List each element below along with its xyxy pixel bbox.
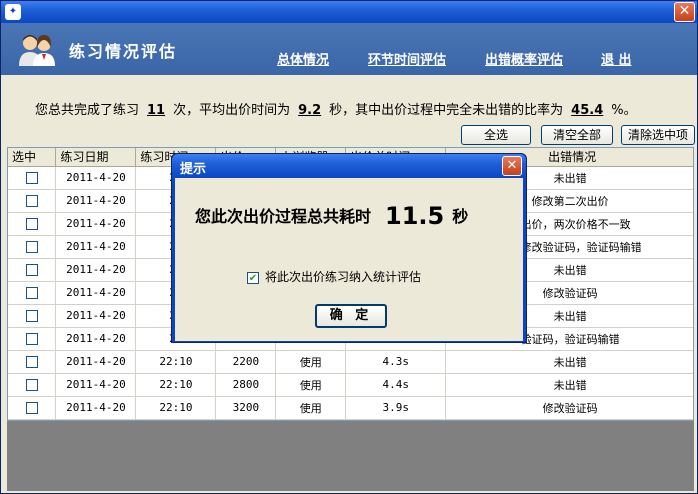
row-date: 2011-4-20 (55, 281, 137, 305)
app-header: 练习情况评估 总体情况 环节时间评估 出错概率评估 退 出 (1, 23, 697, 75)
title-bar[interactable]: ✦ ✕ (1, 1, 697, 23)
row-time: 22:10 (135, 350, 217, 374)
row-checkbox[interactable] (25, 241, 38, 253)
col-header-date[interactable]: 练习日期 (55, 148, 137, 167)
row-checkbox[interactable] (25, 172, 38, 184)
row-checkbox[interactable] (25, 218, 38, 230)
row-checkbox[interactable] (25, 264, 38, 276)
nav-exit[interactable]: 退 出 (601, 49, 632, 68)
include-stats-checkbox[interactable]: 将此次出价练习纳入统计评估 (247, 268, 421, 285)
row-select-cell[interactable] (8, 235, 57, 259)
table-row[interactable]: 2011-4-20 22:10 2800 使用 4.4s 未出错 (8, 373, 693, 397)
row-select-cell[interactable] (8, 212, 57, 236)
table-row[interactable]: 2011-4-20 22:10 3200 使用 3.9s 修改验证码 (8, 396, 693, 420)
dialog-title-bar[interactable]: 提示 ✕ (172, 154, 526, 178)
row-date: 2011-4-20 (55, 350, 137, 374)
nav-overall[interactable]: 总体情况 (277, 49, 329, 68)
row-time: 22:10 (135, 373, 217, 397)
checkbox-checked-icon[interactable] (247, 271, 259, 284)
row-checkbox[interactable] (25, 333, 38, 345)
dialog-message: 您此次出价过程总共耗时 11.5 秒 (195, 202, 469, 230)
prompt-dialog: 提示 ✕ 您此次出价过程总共耗时11.5秒 将此次出价练习纳入统计评估 确 定 (171, 153, 527, 343)
table-row[interactable]: 2011-4-20 22:10 2200 使用 4.3s 未出错 (8, 350, 693, 374)
row-checkbox[interactable] (25, 195, 38, 207)
row-select-cell[interactable] (8, 350, 57, 374)
col-header-select[interactable]: 选中 (8, 148, 57, 167)
app-icon: ✦ (5, 4, 21, 20)
row-date: 2011-4-20 (55, 327, 137, 351)
row-error: 未出错 (445, 373, 693, 397)
row-select-cell[interactable] (8, 396, 57, 420)
row-date: 2011-4-20 (55, 304, 137, 328)
row-time: 22:10 (135, 396, 217, 420)
row-checkbox[interactable] (25, 402, 38, 414)
row-checkbox[interactable] (25, 379, 38, 391)
row-price: 3200 (215, 396, 277, 420)
window-close-button[interactable]: ✕ (674, 2, 695, 22)
row-browser: 使用 (275, 373, 347, 397)
dialog-body: 您此次出价过程总共耗时11.5秒 将此次出价练习纳入统计评估 确 定 (175, 178, 523, 341)
row-date: 2011-4-20 (55, 235, 137, 259)
row-date: 2011-4-20 (55, 212, 137, 236)
select-all-button[interactable]: 全选 (461, 125, 531, 145)
row-total: 3.9s (345, 396, 447, 420)
practice-count: 11 (147, 103, 166, 118)
dialog-title: 提示 (180, 162, 207, 177)
row-select-cell[interactable] (8, 258, 57, 282)
row-browser: 使用 (275, 396, 347, 420)
dialog-close-button[interactable]: ✕ (502, 156, 522, 176)
users-icon (19, 35, 55, 66)
row-date: 2011-4-20 (55, 258, 137, 282)
ok-button[interactable]: 确 定 (315, 304, 387, 328)
row-select-cell[interactable] (8, 281, 57, 305)
row-price: 2800 (215, 373, 277, 397)
remove-selected-button[interactable]: 清除选中项 (621, 125, 695, 145)
row-checkbox[interactable] (25, 310, 38, 322)
row-select-cell[interactable] (8, 304, 57, 328)
row-checkbox[interactable] (25, 287, 38, 299)
include-stats-label: 将此次出价练习纳入统计评估 (265, 270, 422, 284)
nav-step-time[interactable]: 环节时间评估 (368, 49, 446, 68)
row-select-cell[interactable] (8, 327, 57, 351)
clear-all-button[interactable]: 清空全部 (541, 125, 613, 145)
no-error-rate: 45.4 (571, 103, 604, 118)
row-date: 2011-4-20 (55, 189, 137, 213)
row-checkbox[interactable] (25, 356, 38, 368)
row-select-cell[interactable] (8, 373, 57, 397)
summary-line: 您总共完成了练习 11 次，平均出价时间为 9.2 秒，其中出价过程中完全未出错的比率为… (35, 103, 637, 118)
row-browser: 使用 (275, 350, 347, 374)
row-total: 4.4s (345, 373, 447, 397)
row-price: 2200 (215, 350, 277, 374)
row-error: 未出错 (445, 350, 693, 374)
nav-error-rate[interactable]: 出错概率评估 (485, 49, 563, 68)
row-error: 修改验证码 (445, 396, 693, 420)
row-select-cell[interactable] (8, 166, 57, 190)
empty-area (7, 421, 694, 491)
summary-panel: 您总共完成了练习 11 次，平均出价时间为 9.2 秒，其中出价过程中完全未出错的比率为… (1, 75, 697, 125)
row-date: 2011-4-20 (55, 166, 137, 190)
average-time: 9.2 (298, 103, 322, 118)
main-window: ✦ ✕ 练习情况评估 总体情况 环节时间评估 出错概率评估 退 出 您总共完成了… (0, 0, 698, 494)
row-date: 2011-4-20 (55, 373, 137, 397)
row-select-cell[interactable] (8, 189, 57, 213)
row-total: 4.3s (345, 350, 447, 374)
row-date: 2011-4-20 (55, 396, 137, 420)
app-title: 练习情况评估 (69, 42, 178, 61)
elapsed-seconds: 11.5 (385, 202, 445, 230)
